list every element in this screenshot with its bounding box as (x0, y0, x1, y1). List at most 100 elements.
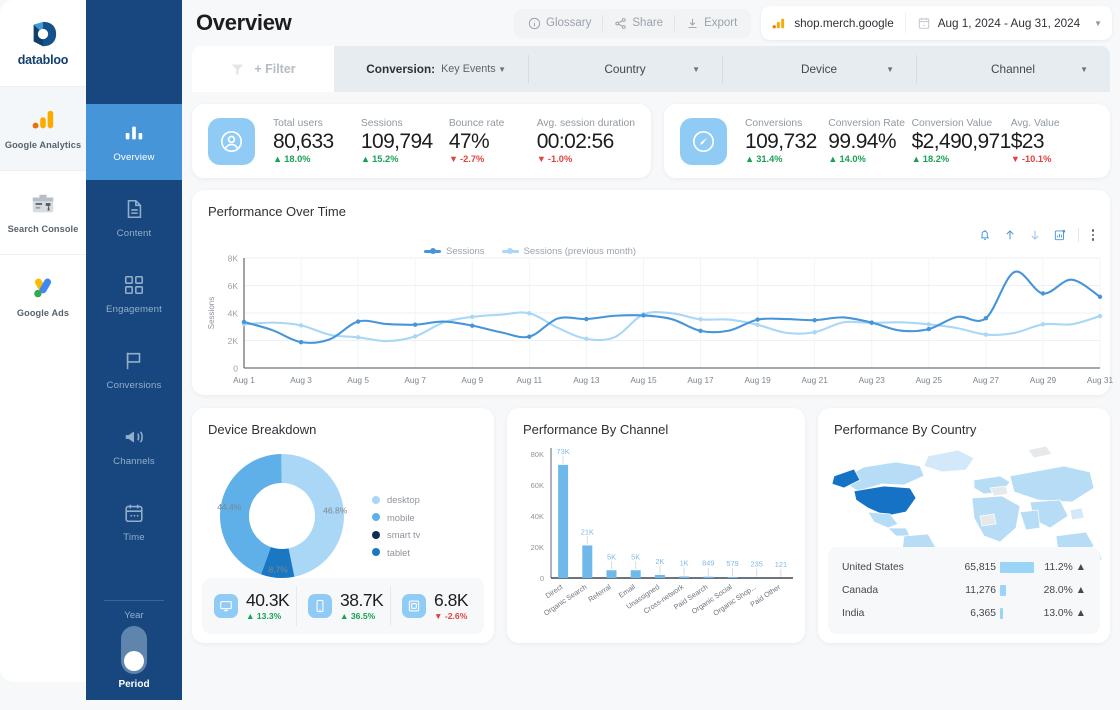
kpi-value: 99.94% (828, 130, 911, 154)
more-options-icon[interactable] (1090, 229, 1097, 241)
kpi-delta: ▼-10.1% (1011, 154, 1094, 164)
map-region-central-america (888, 528, 910, 536)
add-filter-button[interactable]: + Filter (192, 46, 334, 92)
svg-text:235: 235 (751, 560, 763, 569)
app-item-google-analytics[interactable]: Google Analytics (0, 86, 86, 170)
speedometer-icon (691, 129, 716, 154)
main-content: Overview Glossary Share (182, 0, 1120, 710)
device-tile-tablet: 6.8K ▼ -2.6% (390, 578, 484, 634)
filter-device[interactable]: Device ▼ (722, 46, 916, 92)
period-toggle-switch[interactable] (121, 626, 147, 674)
filter-country[interactable]: Country ▼ (528, 46, 722, 92)
svg-text:Aug 25: Aug 25 (916, 375, 943, 385)
app-sidebar: databloo Google Analytics Search Console… (0, 0, 86, 682)
share-button[interactable]: Share (603, 12, 674, 35)
country-change-value: 28.0% (1044, 585, 1073, 596)
kpi-metric-avg-session-duration: Avg. session duration 00:02:56 ▼-1.0% (537, 118, 635, 165)
chevron-down-icon[interactable]: ▼ (1094, 19, 1102, 28)
export-button[interactable]: Export (675, 12, 748, 35)
device-value: 40.3K (246, 591, 289, 610)
toggle-top-label: Year (124, 610, 143, 621)
svg-text:40K: 40K (531, 512, 544, 521)
chart-export-icon[interactable] (1053, 228, 1067, 242)
svg-text:5K: 5K (607, 552, 616, 561)
table-row[interactable]: India 6,365 13.0%▲ (842, 602, 1086, 625)
sidebar-item-label: Content (117, 228, 152, 239)
kpi-metric-bounce-rate: Bounce rate 47% ▼-2.7% (449, 118, 537, 165)
sidebar-item-content[interactable]: Content (86, 180, 182, 256)
chevron-down-icon[interactable]: ▼ (498, 65, 506, 74)
channel-bar-chart[interactable]: 020K40K60K80K73KDirect21KOrganic Search5… (511, 436, 803, 636)
legend-swatch (372, 531, 380, 539)
sidebar-item-time[interactable]: Time (86, 484, 182, 560)
device-value: 6.8K (434, 591, 468, 610)
chevron-down-icon[interactable]: ▼ (1080, 65, 1088, 74)
svg-text:Aug 23: Aug 23 (859, 375, 886, 385)
arrow-up-icon[interactable] (1003, 228, 1017, 242)
property-name[interactable]: shop.merch.google (794, 17, 893, 30)
sidebar-item-overview[interactable]: Overview (86, 104, 182, 180)
chevron-down-icon[interactable]: ▼ (692, 65, 700, 74)
kpi-delta: ▲15.2% (361, 154, 449, 164)
svg-text:5K: 5K (631, 552, 640, 561)
megaphone-icon (123, 426, 145, 448)
sidebar-item-conversions[interactable]: Conversions (86, 332, 182, 408)
svg-text:Aug 29: Aug 29 (1030, 375, 1057, 385)
filter-conversion[interactable]: Conversion: Key Events ▼ (334, 46, 528, 92)
legend-label: mobile (387, 512, 415, 523)
bar-chart-icon (123, 122, 145, 144)
device-tile-desktop: 40.3K ▲ 13.3% (202, 578, 296, 634)
trend-up-icon: ▲ (1076, 608, 1086, 619)
svg-text:Aug 17: Aug 17 (687, 375, 714, 385)
performance-line-chart[interactable]: 02K4K6K8KSessionsAug 1Aug 3Aug 5Aug 7Aug… (202, 250, 1120, 390)
date-range-value[interactable]: Aug 1, 2024 - Aug 31, 2024 (938, 17, 1080, 30)
bell-icon[interactable] (978, 228, 992, 242)
panel-title: Performance By Country (818, 408, 1110, 437)
kpi-label: Bounce rate (449, 118, 537, 129)
kpi-delta-value: 18.0% (284, 154, 310, 164)
trend-down-icon: ▼ (537, 154, 546, 164)
bottom-row: Device Breakdown 46.8%8.7%44.4% desktop … (192, 408, 1110, 643)
grid-icon (123, 274, 145, 296)
svg-text:8.7%: 8.7% (268, 564, 288, 574)
arrow-down-icon[interactable] (1028, 228, 1042, 242)
legend-item-mobile: mobile (372, 512, 420, 523)
app-item-search-console[interactable]: Search Console (0, 170, 86, 254)
legend-label: tablet (387, 547, 410, 558)
table-row[interactable]: Canada 11,276 28.0%▲ (842, 579, 1086, 602)
kpi-delta-value: 14.0% (840, 154, 866, 164)
kpi-delta: ▲18.2% (912, 154, 1011, 164)
kpi-delta-value: -2.7% (460, 154, 484, 164)
filter-prefix: Conversion: (366, 62, 435, 76)
download-icon (686, 17, 699, 30)
sidebar-item-label: Engagement (106, 304, 162, 315)
glossary-button[interactable]: Glossary (517, 12, 602, 35)
table-row[interactable]: United States 65,815 11.2%▲ (842, 556, 1086, 579)
kpi-delta: ▲14.0% (828, 154, 911, 164)
device-donut-chart[interactable]: 46.8%8.7%44.4% (204, 440, 374, 592)
country-value: 11,276 (950, 585, 996, 596)
divider (905, 13, 906, 33)
sidebar-item-engagement[interactable]: Engagement (86, 256, 182, 332)
country-bar (1000, 585, 1006, 596)
country-change: 13.0%▲ (1034, 608, 1086, 619)
sidebar-item-channels[interactable]: Channels (86, 408, 182, 484)
kpi-delta-value: 18.2% (923, 154, 949, 164)
svg-text:849: 849 (702, 559, 714, 568)
sidebar-item-label: Channels (113, 456, 155, 467)
device-delta-value: -2.6% (445, 611, 467, 621)
map-region-southeast-asia (1070, 508, 1084, 520)
kpi-value: $23 (1011, 130, 1094, 154)
world-map[interactable] (824, 436, 1110, 564)
chevron-down-icon[interactable]: ▼ (886, 65, 894, 74)
header: Overview Glossary Share (182, 0, 1120, 46)
svg-text:Aug 9: Aug 9 (461, 375, 483, 385)
kpi-delta: ▼-2.7% (449, 154, 537, 164)
filter-channel[interactable]: Channel ▼ (916, 46, 1110, 92)
kpi-value: 80,633 (273, 130, 361, 154)
user-circle-icon (219, 129, 244, 154)
app-item-google-ads[interactable]: Google Ads (0, 254, 86, 338)
kpi-value: 00:02:56 (537, 130, 635, 154)
kpi-label: Conversion Value (912, 118, 1011, 129)
svg-text:Aug 11: Aug 11 (516, 375, 542, 385)
